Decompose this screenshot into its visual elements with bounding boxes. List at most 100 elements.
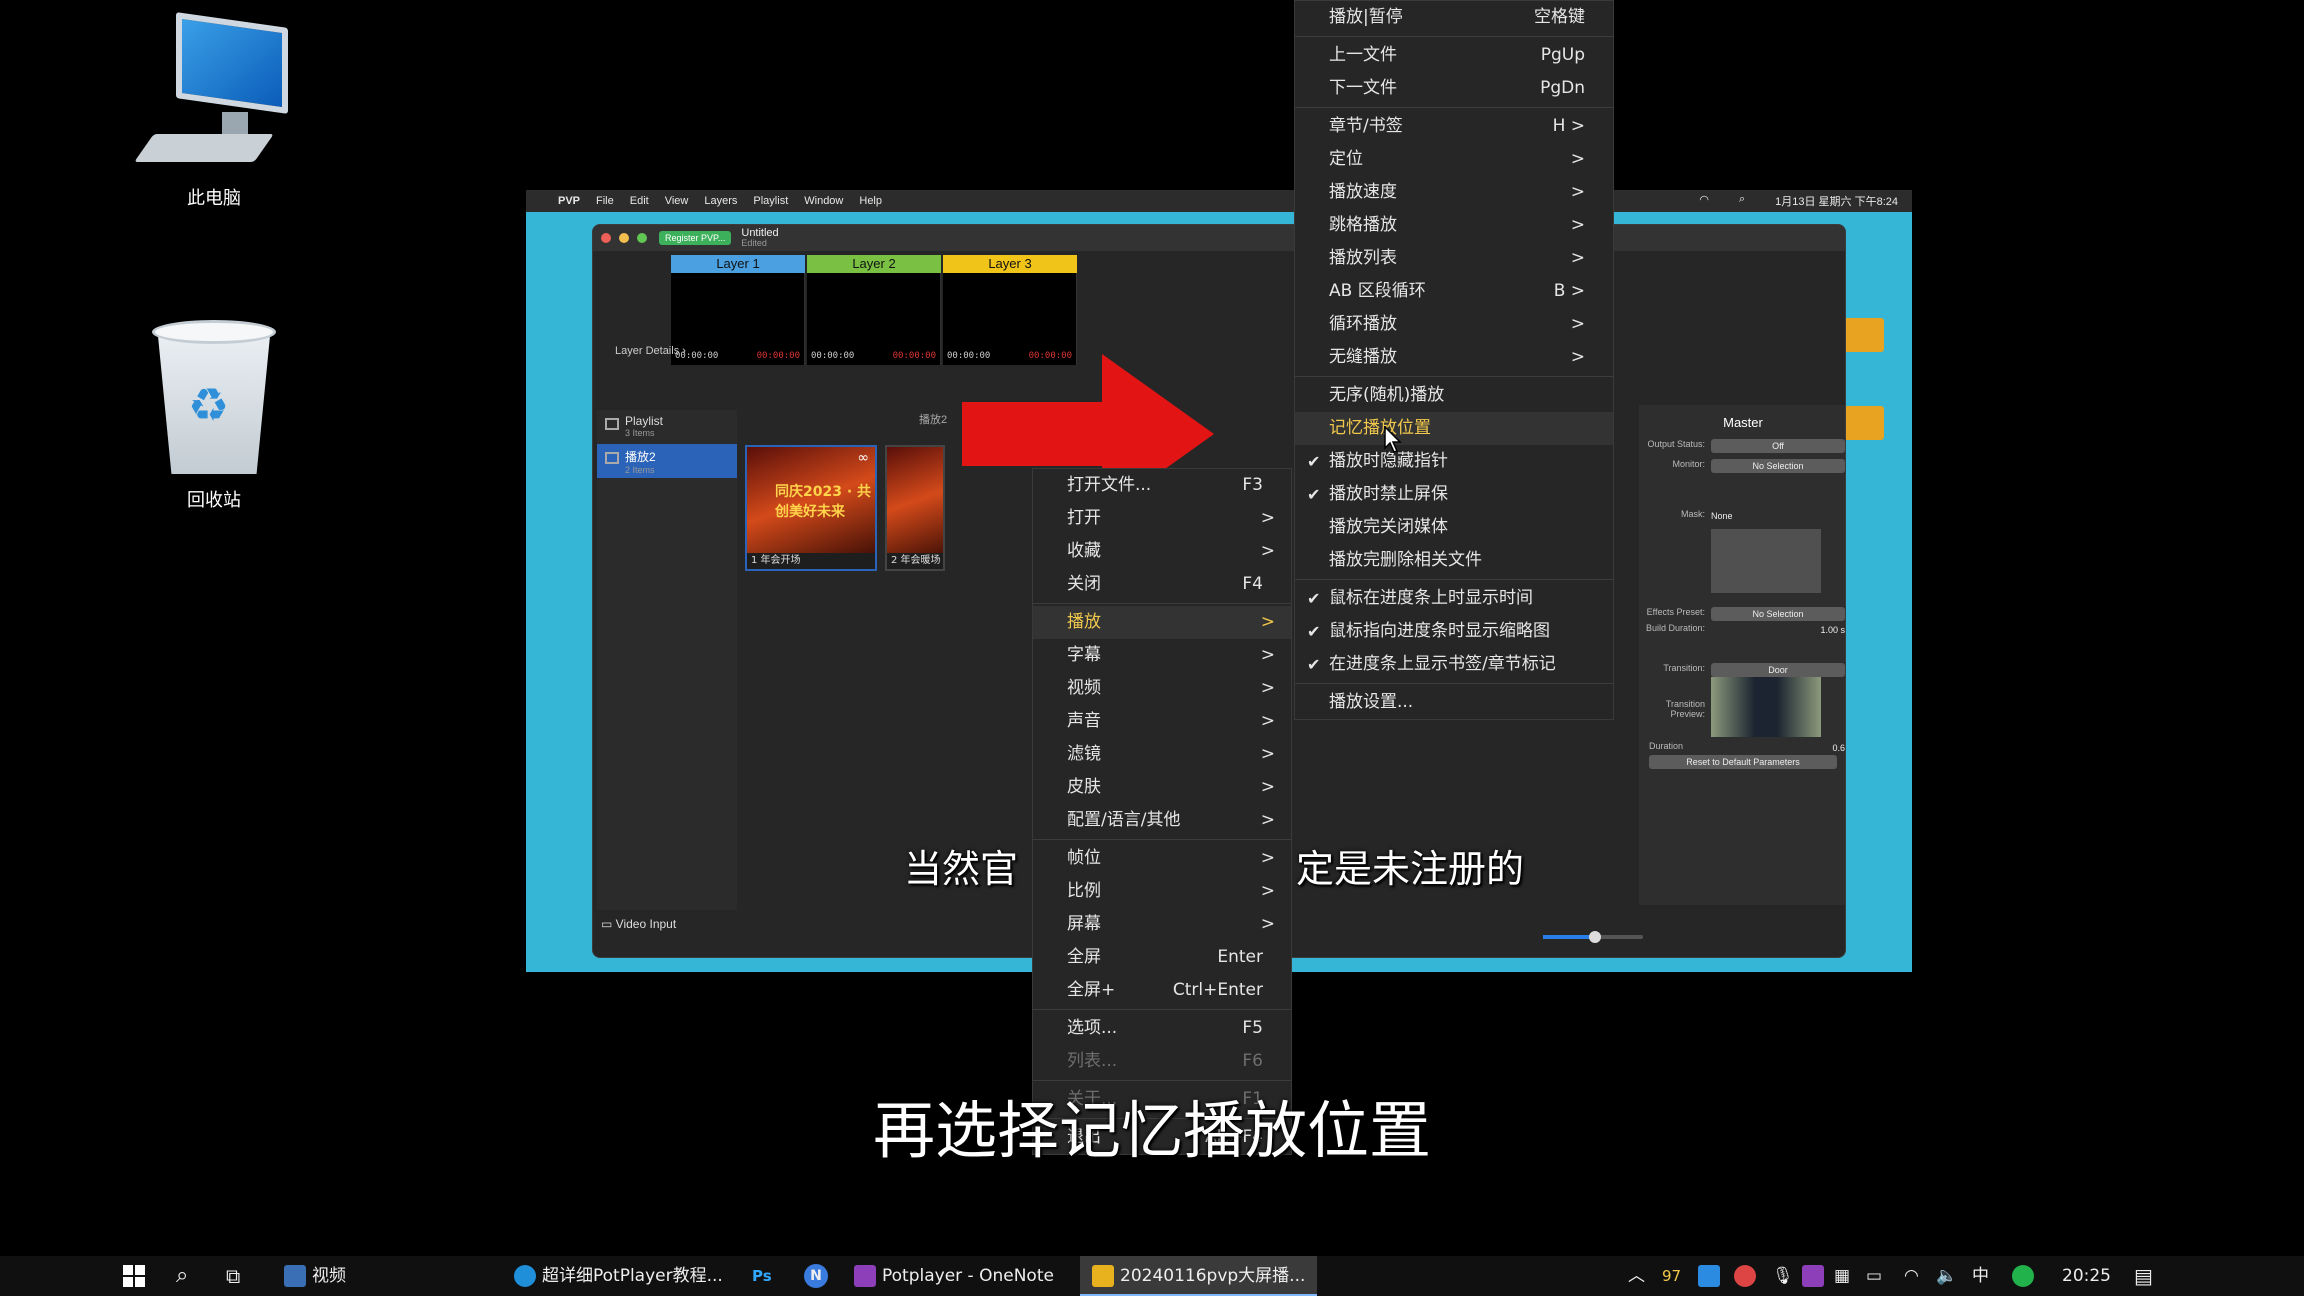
play-submenu-item[interactable]: 播放|暂停 空格键 [1295,1,1613,34]
reset-defaults-button[interactable]: Reset to Default Parameters [1649,755,1837,769]
play-submenu-item[interactable]: 上一文件 PgUp [1295,39,1613,72]
layer-preview[interactable]: 00:00:00 00:00:00 [671,273,805,365]
context-menu-item[interactable]: 声音 > [1033,705,1291,738]
context-menu-item[interactable]: 打开文件... F3 [1033,469,1291,502]
context-menu-item[interactable]: 打开 > [1033,502,1291,535]
register-button[interactable]: Register PVP... [659,231,732,245]
context-menu-item[interactable]: 关闭 F4 [1033,568,1291,601]
minimize-icon[interactable] [619,233,629,243]
layer-tab-1[interactable]: Layer 1 [671,255,805,273]
taskbar-item-onenote[interactable]: Potplayer - OneNote [854,1256,1054,1296]
context-menu-item[interactable]: 全屏 Enter [1033,941,1291,974]
duration-value[interactable]: 0.6 [1711,741,1845,755]
play-submenu-item[interactable]: 播放列表 > [1295,242,1613,275]
desktop-icon-recycle-bin[interactable]: ♻ 回收站 [124,308,304,512]
context-menu-item[interactable]: 皮肤 > [1033,771,1291,804]
play-submenu-item[interactable]: 无缝播放 > [1295,341,1613,374]
notification-icon[interactable]: ▤ [2134,1256,2153,1296]
effects-preset-select[interactable]: No Selection [1711,607,1845,621]
play-submenu-item[interactable]: 章节/书签 H > [1295,110,1613,143]
context-menu-item[interactable]: 帧位 > [1033,842,1291,875]
tray-counter[interactable]: 97 [1662,1256,1681,1296]
context-menu-item[interactable]: 字幕 > [1033,639,1291,672]
play-submenu-item[interactable]: ✔ 播放时禁止屏保 [1295,478,1613,511]
tray-app-icon[interactable]: ▦ [1834,1256,1850,1296]
context-menu-item[interactable]: 收藏 > [1033,535,1291,568]
video-input-item[interactable]: ▭ Video Input [601,917,676,931]
start-icon[interactable] [122,1256,146,1296]
context-menu-item[interactable]: 屏幕 > [1033,908,1291,941]
layer-details-toggle[interactable]: Layer Details › [615,345,686,357]
play-submenu-item[interactable]: ✔ 鼠标在进度条上时显示时间 [1295,582,1613,615]
menubar-item[interactable]: View [665,195,689,207]
taskbar-item-n[interactable]: N [804,1256,828,1296]
layer-tab-2[interactable]: Layer 2 [807,255,941,273]
context-menu-item[interactable]: 全屏+ Ctrl+Enter [1033,974,1291,1007]
context-menu-item[interactable]: 比例 > [1033,875,1291,908]
menubar-item[interactable]: File [596,195,614,207]
play-submenu-item[interactable]: 播放速度 > [1295,176,1613,209]
volume-icon[interactable]: 🔈 [1936,1256,1957,1296]
zoom-icon[interactable] [637,233,647,243]
play-submenu-item[interactable]: ✔ 播放时隐藏指针 [1295,445,1613,478]
taskbar-item-edge[interactable]: 超详细PotPlayer教程... [514,1256,723,1296]
ime-indicator[interactable]: 中 [1972,1256,1989,1296]
tray-app-icon[interactable] [2012,1256,2040,1296]
close-icon[interactable] [601,233,611,243]
menubar-app[interactable]: PVP [558,195,580,207]
context-menu-item[interactable]: 视频 > [1033,672,1291,705]
media-thumb[interactable]: 2 年会暖场 [885,445,945,571]
layer-tab-3[interactable]: Layer 3 [943,255,1077,273]
play-submenu-item[interactable]: AB 区段循环 B > [1295,275,1613,308]
taskbar-item-folder-active[interactable]: 20240116pvp大屏播... [1080,1256,1318,1296]
search-icon[interactable]: ⌕ [1739,193,1745,209]
tray-chevron-icon[interactable]: ︿ [1628,1256,1645,1296]
play-submenu-item[interactable]: 下一文件 PgDn [1295,72,1613,105]
play-submenu-item[interactable]: 循环播放 > [1295,308,1613,341]
play-submenu-item[interactable]: 播放完删除相关文件 [1295,544,1613,577]
folder-icon[interactable] [1844,406,1884,440]
transition-select[interactable]: Door [1711,663,1845,677]
play-submenu-item[interactable]: 记忆播放位置 [1295,412,1613,445]
media-thumb[interactable]: ∞ 同庆2023 · 共创美好未来 1 年会开场 [745,445,877,571]
tray-app-icon[interactable] [1698,1256,1726,1296]
menubar-item[interactable]: Playlist [753,195,788,207]
menubar-item[interactable]: Help [859,195,882,207]
slider-knob[interactable] [1589,931,1601,943]
context-menu-item[interactable]: 播放 > [1033,606,1291,639]
menubar-item[interactable]: Edit [630,195,649,207]
context-menu-item[interactable]: 滤镜 > [1033,738,1291,771]
build-duration-value[interactable]: 1.00 s [1711,623,1845,637]
wifi-icon[interactable]: ◠ [1699,193,1709,209]
sidebar-item-playlist[interactable]: Playlist 3 Items [597,410,737,444]
volume-slider[interactable] [1543,931,1643,943]
menubar-item[interactable]: Window [804,195,843,207]
play-submenu-item[interactable]: 无序(随机)播放 [1295,379,1613,412]
mask-preview[interactable] [1711,529,1821,593]
folder-icon[interactable] [1844,318,1884,352]
context-menu-item[interactable]: 列表... F6 [1033,1045,1291,1078]
desktop-icon-this-pc[interactable]: 此电脑 [124,12,304,210]
microphone-icon[interactable]: 🎙 [1772,1256,1794,1296]
taskbar-item-photoshop[interactable]: Ps [752,1256,772,1296]
play-submenu-item[interactable]: ✔ 在进度条上显示书签/章节标记 [1295,648,1613,681]
tray-app-icon[interactable] [1734,1256,1762,1296]
play-submenu-item[interactable]: 跳格播放 > [1295,209,1613,242]
layer-preview[interactable]: 00:00:00 00:00:00 [807,273,941,365]
play-submenu-item[interactable]: 播放设置... [1295,686,1613,719]
task-view-icon[interactable]: ⧉ [226,1256,240,1296]
taskbar-item-video[interactable]: 视频 [284,1256,346,1296]
monitor-select[interactable]: No Selection [1711,459,1845,473]
taskbar-clock[interactable]: 20:25 [2062,1256,2111,1296]
search-icon[interactable]: ⌕ [176,1256,188,1296]
layer-preview[interactable]: 00:00:00 00:00:00 [943,273,1077,365]
play-submenu-item[interactable]: ✔ 鼠标指向进度条时显示缩略图 [1295,615,1613,648]
battery-icon[interactable]: ▭ [1866,1256,1882,1296]
play-submenu-item[interactable]: 播放完关闭媒体 [1295,511,1613,544]
sidebar-item-play2[interactable]: 播放2 2 Items [597,444,737,478]
menubar-item[interactable]: Layers [704,195,737,207]
tray-onenote-icon[interactable] [1802,1256,1830,1296]
output-status-select[interactable]: Off [1711,439,1845,453]
play-submenu-item[interactable]: 定位 > [1295,143,1613,176]
context-menu-item[interactable]: 配置/语言/其他 > [1033,804,1291,837]
